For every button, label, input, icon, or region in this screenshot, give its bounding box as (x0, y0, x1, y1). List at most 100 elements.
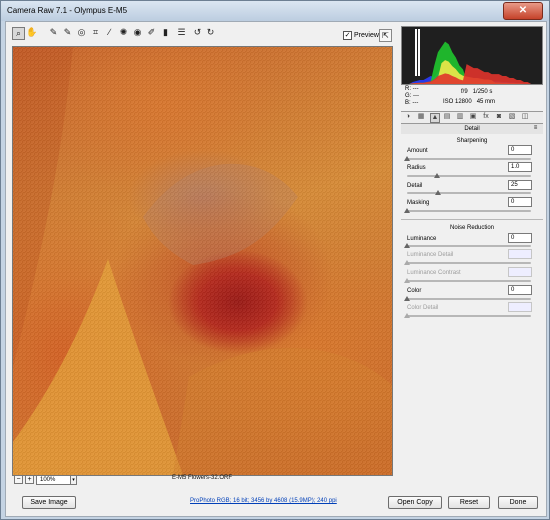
hsl-icon[interactable]: ▤ (443, 113, 451, 121)
luminance-slider[interactable] (404, 243, 531, 248)
footer: Save Image ProPhoto RGB; 16 bit; 3456 by… (10, 492, 546, 513)
dialog-body: ⌕ ✋ ✎ ✎ ◎ ⌗ ∕ ✺ ◉ ✐ ▮ ☰ ↺ ↻ ✓ Preview ⇱ (5, 21, 547, 517)
rotate-left-icon[interactable]: ↺ (192, 27, 203, 38)
masking-slider[interactable] (404, 208, 531, 213)
aperture-value: f/9 (461, 89, 468, 95)
reset-button[interactable]: Reset (448, 496, 490, 509)
noise-overlay (13, 47, 392, 475)
histogram (401, 26, 543, 85)
white-balance-icon[interactable]: ✎ (48, 27, 59, 38)
noise-reduction-title: Noise Reduction (449, 225, 495, 231)
right-panel: R: --- G: --- B: --- f/9 1/250 s ISO 128… (397, 22, 546, 483)
fullscreen-icon[interactable]: ⇱ (379, 29, 392, 42)
split-toning-icon[interactable]: ▥ (456, 113, 464, 121)
straighten-icon[interactable]: ∕ (104, 27, 115, 38)
window-title: Camera Raw 7.1 - Olympus E-M5 (7, 6, 128, 15)
targeted-adjustment-icon[interactable]: ◎ (76, 27, 87, 38)
image-preview[interactable] (12, 46, 393, 476)
luminance-thumb[interactable] (404, 243, 410, 248)
amount-field[interactable]: 0 (508, 145, 532, 155)
preview-checkbox[interactable]: ✓ (343, 31, 352, 40)
luminance-contrast-thumb (404, 278, 410, 283)
spot-removal-icon[interactable]: ✺ (118, 27, 129, 38)
detail-slider[interactable] (407, 190, 531, 195)
green-readout: G: --- (405, 93, 419, 99)
radius-thumb[interactable] (433, 173, 440, 178)
color-slider[interactable] (404, 296, 531, 301)
snapshots-icon[interactable]: ◫ (521, 113, 529, 121)
save-image-button[interactable]: Save Image (22, 496, 76, 509)
luminance-detail-label: Luminance Detail (407, 252, 454, 258)
masking-label: Masking (407, 200, 430, 206)
panel-header: Detail ≡ (401, 124, 543, 134)
amount-label: Amount (407, 148, 428, 154)
workflow-options-link[interactable]: ProPhoto RGB; 16 bit; 3456 by 4608 (15.9… (190, 498, 337, 504)
luminance-contrast-field (508, 267, 532, 277)
camera-calibration-icon[interactable]: ◙ (495, 113, 503, 121)
color-detail-field (508, 302, 532, 312)
close-button[interactable]: ✕ (503, 2, 543, 20)
histogram-graph (402, 29, 542, 84)
zoom-dropdown-icon[interactable]: ▾ (70, 475, 77, 485)
rgb-readout: R: --- G: --- B: --- f/9 1/250 s ISO 128… (401, 86, 543, 108)
blue-readout: B: --- (405, 100, 419, 106)
lens-corrections-icon[interactable]: ▣ (469, 113, 477, 121)
luminance-contrast-label: Luminance Contrast (407, 270, 461, 276)
zoom-in-button[interactable]: + (25, 475, 34, 484)
amount-slider[interactable] (404, 156, 531, 161)
luminance-label: Luminance (407, 236, 437, 242)
sharpening-title: Sharpening (456, 138, 488, 144)
panel-title: Detail (464, 126, 480, 132)
radius-field[interactable]: 1.0 (508, 162, 532, 172)
section-divider (401, 219, 543, 220)
presets-icon[interactable]: ▧ (508, 113, 516, 121)
shutter-value: 1/250 s (472, 89, 493, 95)
luminance-field[interactable]: 0 (508, 233, 532, 243)
preferences-icon[interactable]: ☰ (176, 27, 187, 38)
masking-thumb[interactable] (404, 208, 410, 213)
detail-icon[interactable]: ▲ (430, 113, 440, 123)
histogram-spike (418, 29, 420, 76)
effects-icon[interactable]: fx (482, 113, 490, 121)
basic-icon[interactable]: ◑ (404, 113, 412, 121)
radius-slider[interactable] (407, 173, 531, 178)
masking-field[interactable]: 0 (508, 197, 532, 207)
color-detail-label: Color Detail (407, 305, 439, 311)
histogram-spike (415, 29, 417, 76)
luminance-contrast-slider (404, 278, 531, 283)
camera-raw-window: Camera Raw 7.1 - Olympus E-M5 ✕ ⌕ ✋ ✎ ✎ … (0, 0, 550, 520)
graduated-filter-icon[interactable]: ▮ (160, 27, 171, 38)
detail-field[interactable]: 25 (508, 180, 532, 190)
open-copy-button[interactable]: Open Copy (388, 496, 442, 509)
preview-toggle[interactable]: ✓ Preview (343, 31, 379, 40)
color-detail-thumb (404, 313, 410, 318)
toolbar: ⌕ ✋ ✎ ✎ ◎ ⌗ ∕ ✺ ◉ ✐ ▮ ☰ ↺ ↻ ✓ Preview ⇱ (12, 26, 396, 42)
red-eye-icon[interactable]: ◉ (132, 27, 143, 38)
color-sampler-icon[interactable]: ✎ (62, 27, 73, 38)
tone-curve-icon[interactable]: ▦ (417, 113, 425, 121)
color-detail-slider (404, 313, 531, 318)
iso-value: ISO 12800 (443, 99, 472, 105)
done-button[interactable]: Done (498, 496, 538, 509)
luminance-detail-slider (404, 260, 531, 265)
panel-menu-icon[interactable]: ≡ (532, 125, 539, 132)
color-field[interactable]: 0 (508, 285, 532, 295)
status-bar: − + 100% ▾ E-M5 Flowers-32.ORF (12, 475, 391, 485)
amount-thumb[interactable] (404, 156, 410, 161)
preview-label: Preview (354, 32, 379, 39)
zoom-icon[interactable]: ⌕ (12, 27, 25, 40)
detail-label: Detail (407, 183, 423, 189)
file-name: E-M5 Flowers-32.ORF (172, 475, 233, 481)
hand-icon[interactable]: ✋ (26, 27, 37, 38)
zoom-out-button[interactable]: − (14, 475, 23, 484)
color-thumb[interactable] (404, 296, 410, 301)
detail-thumb[interactable] (435, 190, 441, 195)
title-bar: Camera Raw 7.1 - Olympus E-M5 ✕ (1, 1, 549, 21)
luminance-detail-field (508, 249, 532, 259)
crop-icon[interactable]: ⌗ (90, 27, 101, 38)
red-readout: R: --- (405, 86, 419, 92)
focal-length-value: 45 mm (476, 99, 496, 105)
rotate-right-icon[interactable]: ↻ (205, 27, 216, 38)
radius-label: Radius (407, 165, 426, 171)
adjustment-brush-icon[interactable]: ✐ (146, 27, 157, 38)
